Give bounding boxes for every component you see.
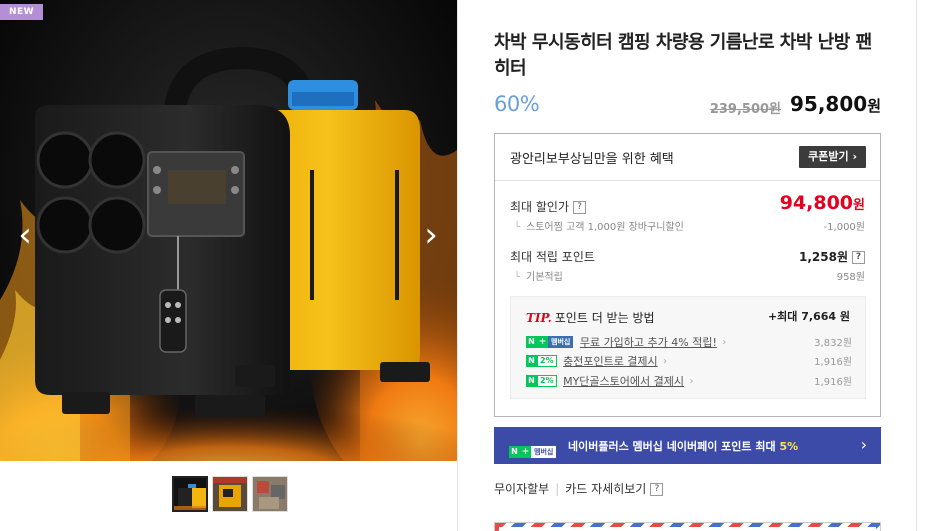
thumbnail-2[interactable]	[212, 476, 248, 512]
max-discount-price: 94,800원	[780, 192, 865, 214]
chevron-right-icon: ›	[689, 375, 694, 387]
max-discount-help-icon[interactable]: ?	[573, 201, 587, 214]
gallery-divider	[457, 0, 458, 531]
get-coupon-button[interactable]: 쿠폰받기 ›	[799, 146, 866, 168]
sale-price-value: 95,800	[790, 92, 868, 116]
max-points-help-icon[interactable]: ?	[852, 251, 865, 264]
percent-label: 2%	[537, 355, 557, 367]
original-price: 239,500원	[709, 102, 781, 117]
product-title: 차박 무시동히터 캠핑 차량용 기름난로 차박 난방 팬 히터	[494, 32, 872, 79]
max-points-value-text: 1,258원	[799, 250, 848, 264]
tip-line-my-store[interactable]: N 2% MY단골스토어에서 결제시 › 1,916원	[526, 373, 852, 388]
store-discount-value: -1,000원	[823, 222, 865, 233]
tip-title: 포인트 더 받는 방법	[554, 311, 655, 325]
discount-rate: 60%	[494, 92, 540, 116]
sale-price-currency: 원	[867, 97, 881, 115]
store-discount-label: └ 스토어찜 고객 1,000원 장바구니할인	[514, 218, 684, 233]
tip-line-value: 3,832원	[814, 338, 852, 349]
tip-line-value: 1,916원	[814, 377, 852, 388]
heater-illustration	[0, 46, 457, 461]
naver-pct-badge: N 2%	[526, 355, 557, 367]
card-help-icon[interactable]: ?	[650, 483, 664, 496]
benefit-title: 광안리보부상님만을 위한 혜택	[510, 152, 674, 167]
tip-line-text[interactable]: 충전포인트로 결제시	[563, 355, 658, 368]
max-discount-price-currency: 원	[853, 198, 865, 213]
thumbnail-1[interactable]	[172, 476, 208, 512]
tip-line-membership[interactable]: N + 멤버십 무료 가입하고 추가 4% 적립! › 3,832원	[526, 334, 852, 349]
thumbnail-3[interactable]	[252, 476, 288, 512]
thumbnail-2-image	[213, 477, 247, 511]
naver-n-icon: N	[526, 355, 537, 367]
product-main-image[interactable]	[0, 0, 457, 461]
new-badge: NEW	[0, 4, 44, 20]
benefit-box: 광안리보부상님만을 위한 혜택 쿠폰받기 › 최대 할인가? 94,800원 └…	[494, 133, 881, 417]
thumbnail-1-image	[174, 478, 206, 510]
price-row: 60% 239,500원 95,800원	[494, 92, 881, 120]
chevron-right-icon: ›	[663, 355, 668, 367]
tip-box: TIP. 포인트 더 받는 방법 +최대 7,664 원 N + 멤버십 무료 가입하…	[510, 296, 866, 399]
elbow-icon: └	[514, 272, 521, 283]
benefit-header: 광안리보부상님만을 위한 혜택 쿠폰받기 ›	[495, 134, 880, 181]
naver-n-icon: N	[509, 446, 520, 458]
product-gallery: NEW ‹ ›	[0, 0, 457, 531]
next-image-button[interactable]: ›	[418, 215, 444, 255]
tip-mark: TIP.	[526, 311, 552, 325]
max-points-label: 최대 적립 포인트	[510, 250, 595, 264]
chevron-right-icon: ›	[722, 336, 727, 348]
naver-n-icon: N	[526, 375, 537, 387]
plus-icon: +	[520, 446, 531, 458]
tip-line-value: 1,916원	[814, 357, 852, 368]
prev-image-button[interactable]: ‹	[12, 215, 38, 255]
store-discount-label-text: 스토어찜 고객 1,000원 장바구니할인	[526, 222, 684, 233]
tip-max-points: +최대 7,664 원	[767, 310, 850, 323]
naver-membership-badge: N + 멤버십	[526, 336, 574, 348]
airmail-inner	[499, 527, 876, 531]
link-divider: |	[555, 482, 560, 496]
naver-banner-highlight: 5%	[779, 440, 799, 453]
percent-label: 2%	[537, 375, 557, 387]
max-discount-price-value: 94,800	[779, 192, 854, 214]
max-discount-label: 최대 할인가?	[510, 198, 587, 215]
membership-label: 멤버십	[531, 446, 557, 458]
max-points-value: 1,258원?	[799, 248, 865, 265]
tip-line-charge-points[interactable]: N 2% 충전포인트로 결제시 › 1,916원	[526, 353, 852, 368]
thumbnail-3-image	[253, 477, 287, 511]
elbow-icon: └	[514, 222, 521, 233]
membership-label: 멤버십	[548, 336, 574, 348]
naver-membership-badge: N + 멤버십	[509, 439, 557, 458]
airmail-border-box	[494, 522, 881, 531]
max-discount-label-text: 최대 할인가	[510, 200, 570, 214]
basic-points-label-text: 기본적립	[526, 272, 563, 283]
chevron-right-icon: ›	[860, 435, 867, 454]
thumbnail-list	[172, 476, 288, 512]
naver-banner-text: 네이버플러스 멤버십 네이버페이 포인트 최대 5%	[568, 438, 798, 454]
naver-banner-text-prefix: 네이버플러스 멤버십 네이버페이 포인트 최대	[568, 440, 780, 453]
naver-n-icon: N	[526, 336, 537, 348]
tip-heading: TIP. 포인트 더 받는 방법	[526, 309, 655, 326]
plus-icon: +	[537, 336, 548, 348]
card-detail-link[interactable]: 카드 자세히보기	[565, 482, 646, 496]
tip-line-text[interactable]: MY단골스토어에서 결제시	[563, 375, 684, 388]
naver-plus-membership-banner[interactable]: N + 멤버십 네이버플러스 멤버십 네이버페이 포인트 최대 5% ›	[494, 427, 881, 464]
naver-pct-badge: N 2%	[526, 375, 557, 387]
basic-points-label: └ 기본적립	[514, 268, 563, 283]
sale-price: 95,800원	[790, 92, 881, 116]
page-right-edge	[916, 0, 917, 531]
payment-links: 무이자할부 | 카드 자세히보기?	[494, 480, 664, 497]
installment-link[interactable]: 무이자할부	[494, 482, 549, 496]
tip-line-text[interactable]: 무료 가입하고 추가 4% 적립!	[580, 336, 717, 349]
basic-points-value: 958원	[836, 272, 865, 283]
